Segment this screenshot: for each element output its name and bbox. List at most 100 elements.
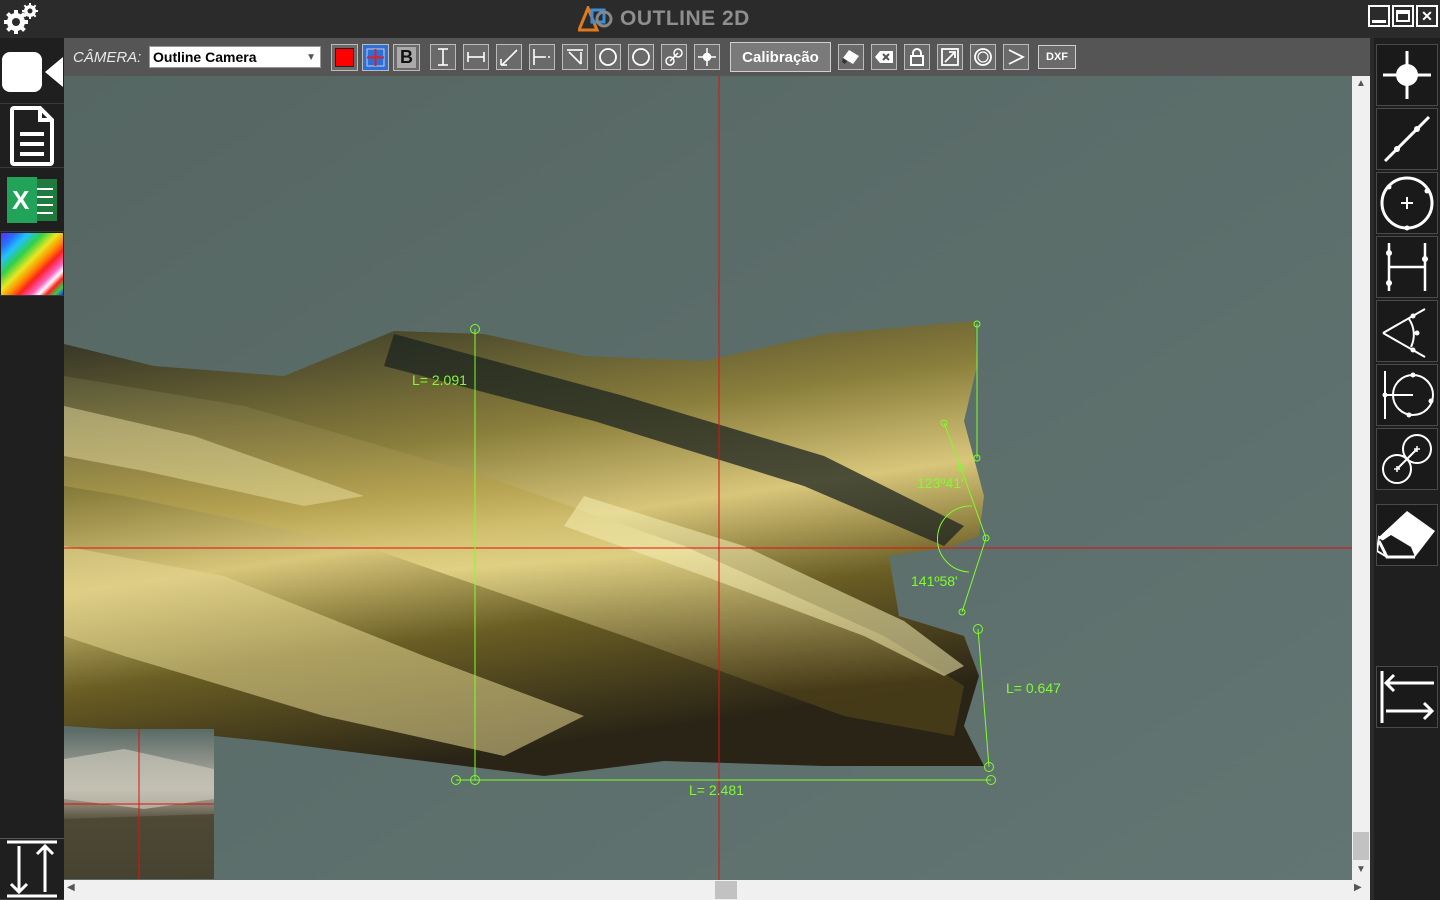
excel-letter: X [12,185,30,215]
camera-button[interactable] [0,40,64,104]
dxf-export-button[interactable]: DXF [1038,45,1076,69]
circle-center-distance-icon [1382,371,1434,419]
distance-measure-button[interactable] [1376,236,1438,298]
distance-tool-icon [1386,243,1428,291]
angle-icon [567,49,583,65]
excel-export-button[interactable]: X [0,168,64,232]
angle-arc [937,505,973,573]
vertical-distance-tool[interactable] [430,44,456,70]
line-tool-icon [1383,115,1431,163]
horizontal-scrollbar[interactable]: ◀ ▶ [64,880,1370,900]
eraser-button[interactable] [1376,504,1438,566]
point-tool-icon [1383,51,1431,99]
circle-ring-icon [974,48,992,66]
color-picker-button[interactable] [331,43,358,71]
app-title: OUTLINE 2D [578,4,750,34]
right-sidebar [1374,38,1440,900]
window-controls: ✕ [1368,5,1438,27]
app-title-text: OUTLINE 2D [620,7,750,30]
bold-button[interactable]: B [393,43,420,71]
length-right-line [977,628,990,768]
zoom-preview-image [64,729,214,879]
report-button[interactable] [0,104,64,168]
vertical-scrollbar[interactable]: ▲ ▼ [1352,76,1370,880]
circle-measure-button[interactable] [1376,172,1438,234]
line-to-point-tool[interactable] [529,44,555,70]
vertical-dimension-icon [438,48,448,66]
clear-button[interactable] [871,44,897,70]
angle-top-label: 123º41' [917,475,964,491]
title-bar: OUTLINE 2D ✕ [0,0,1440,38]
angle-tool[interactable] [562,44,588,70]
resize-icon [941,48,959,66]
horizontal-distance-tool[interactable] [463,44,489,70]
video-camera-icon [2,51,63,92]
horizontal-flip-button[interactable] [1376,666,1438,728]
two-circles-icon [665,48,683,66]
settings-icon[interactable] [2,2,38,36]
maximize-button[interactable] [1392,5,1414,27]
line-circle-distance-button[interactable] [1376,364,1438,426]
point-tool[interactable] [694,44,720,70]
length-right-label: L= 0.647 [1006,680,1061,696]
backspace-icon [875,51,893,63]
scroll-left-arrow[interactable]: ◀ [67,882,81,898]
camera-label: CÂMERA: [73,48,142,66]
vertical-arrows-icon [7,840,57,898]
calibration-button[interactable]: Calibração [730,42,831,72]
crosshair-toggle-button[interactable] [362,43,389,71]
lock-button[interactable] [904,44,930,70]
circle-tool[interactable] [595,44,621,70]
angle-top-line-c [960,467,987,539]
vertical-scroll-thumb[interactable] [1353,832,1369,860]
horizontal-dimension-icon [467,52,485,62]
circle-icon [599,48,617,66]
angle-measure-button[interactable] [1003,44,1029,70]
circles-distance-button[interactable] [1376,428,1438,490]
horizontal-arrows-icon [1380,671,1435,723]
eraser-small-icon [842,50,859,64]
circle-tool-icon [1380,176,1434,231]
line-point-icon [533,49,550,65]
line-measure-button[interactable] [1376,108,1438,170]
camera-select[interactable]: Outline Camera ▼ [149,46,321,68]
length-bottom-label: L= 2.481 [689,782,744,798]
toolbar: CÂMERA: Outline Camera ▼ B Calibração DX… [64,38,1370,76]
camera-select-value: Outline Camera [153,49,257,65]
diagonal-line-icon [500,49,518,66]
scroll-down-arrow[interactable]: ▼ [1352,864,1370,878]
left-sidebar: X [0,38,64,900]
color-spectrum-icon [1,232,63,295]
zoom-fit-button[interactable] [937,44,963,70]
minimize-button[interactable] [1368,5,1390,27]
point-measure-button[interactable] [1376,44,1438,106]
diagonal-distance-tool[interactable] [496,44,522,70]
circle-fit-tool[interactable] [628,44,654,70]
circle-outline-icon [632,48,650,66]
two-circles-distance-icon [1382,434,1432,484]
close-button[interactable]: ✕ [1416,5,1438,27]
eraser-icon [1377,511,1435,559]
radius-tool-button[interactable] [970,44,996,70]
scroll-right-arrow[interactable]: ▶ [1354,882,1368,898]
document-icon [10,105,54,166]
color-spectrum-button[interactable] [0,232,64,296]
angle-bottom-label: 141º58' [911,573,958,589]
measurement-overlay [64,76,1352,880]
bold-label: B [397,46,416,68]
vertical-flip-button[interactable] [0,838,64,900]
angle-top-line-b [943,422,962,469]
chevron-down-icon: ▼ [306,51,316,63]
angle-arrow-icon [1008,49,1026,65]
circles-distance-tool[interactable] [661,44,687,70]
scroll-up-arrow[interactable]: ▲ [1352,78,1370,92]
red-color-swatch [335,47,354,67]
app-logo-icon [578,6,613,32]
length-left-label: L= 2.091 [412,372,467,388]
zoom-preview [64,729,214,879]
angle-measure-sidebar-button[interactable] [1376,300,1438,362]
horizontal-scroll-thumb[interactable] [715,881,737,899]
crosshair-icon [366,48,385,66]
camera-viewport[interactable]: L= 2.091 L= 0.647 L= 2.481 123º41' 141º5… [64,76,1352,880]
eraser-tool-button[interactable] [838,44,864,70]
